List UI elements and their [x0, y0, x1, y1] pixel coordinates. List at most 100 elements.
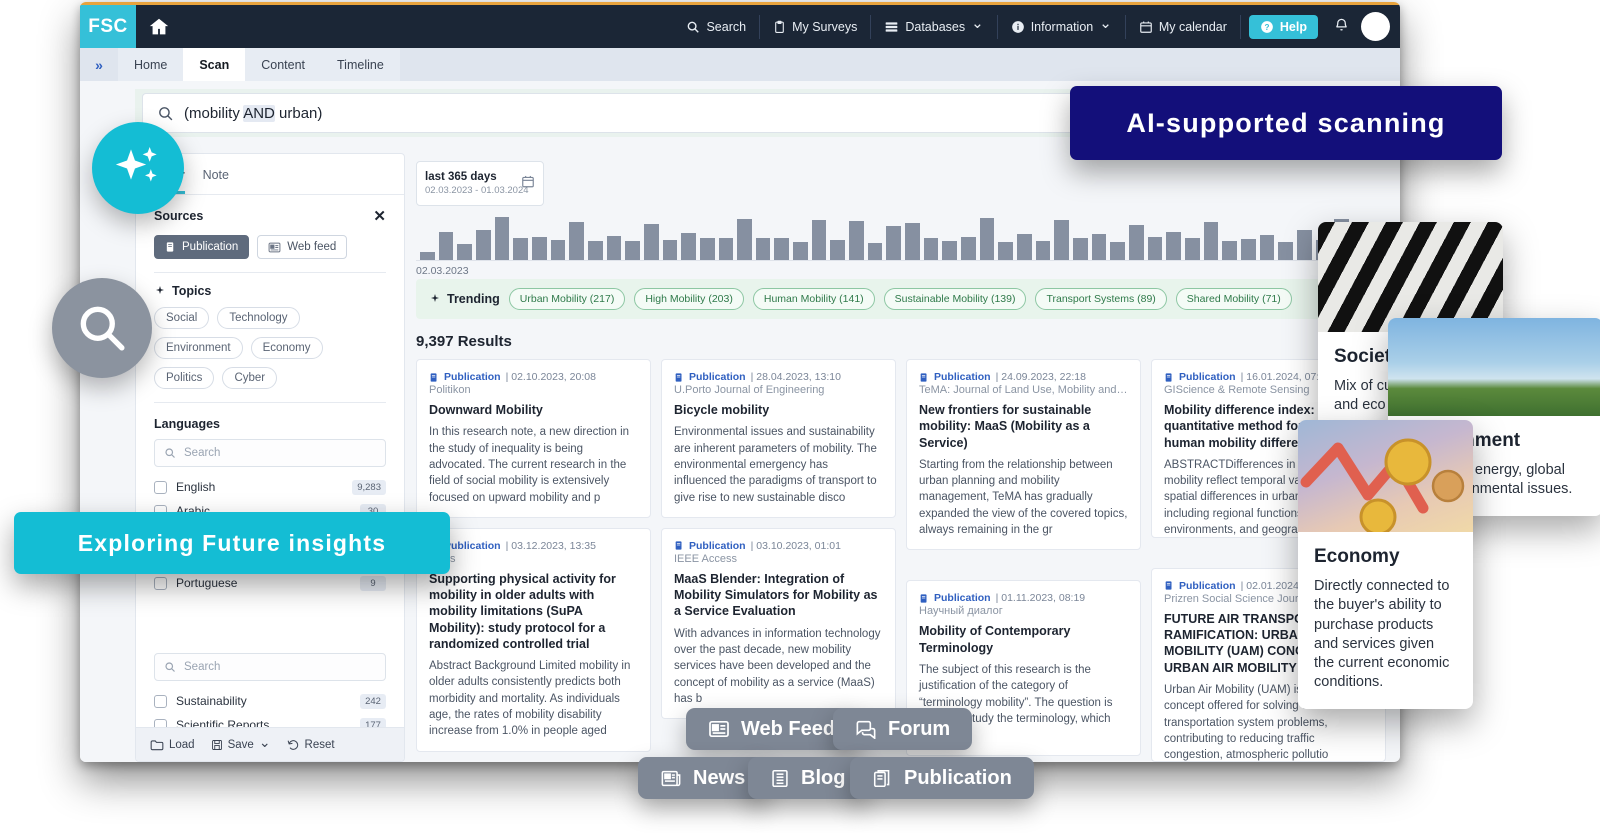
histogram-bar[interactable]	[1035, 241, 1051, 260]
histogram-bar[interactable]	[923, 237, 939, 260]
result-card-title[interactable]: Mobility of Contemporary Terminology	[919, 623, 1128, 656]
facet-sustainability[interactable]: Sustainability 242	[154, 689, 386, 713]
histogram-bar[interactable]	[1147, 236, 1163, 260]
histogram-bar[interactable]	[662, 240, 678, 260]
histogram-bar[interactable]	[998, 242, 1013, 260]
trending-chip-transport-systems[interactable]: Transport Systems (89)	[1035, 288, 1167, 310]
histogram-bar[interactable]	[1184, 238, 1200, 260]
tab-scan[interactable]: Scan	[183, 48, 246, 81]
nav-search[interactable]: Search	[673, 14, 761, 39]
result-card[interactable]: Publication | 02.10.2023, 20:08 Politiko…	[416, 359, 651, 518]
trending-chip-shared-mobility[interactable]: Shared Mobility (71)	[1175, 288, 1292, 310]
facet-plos-one[interactable]: PLoS ONE 145	[154, 761, 386, 762]
topic-chip-economy[interactable]: Economy	[250, 337, 323, 359]
topic-chip-environment[interactable]: Environment	[154, 337, 243, 359]
tab-timeline[interactable]: Timeline	[321, 48, 400, 81]
result-card-title[interactable]: New frontiers for sustainable mobility: …	[919, 402, 1128, 451]
reset-button[interactable]: Reset	[287, 739, 335, 751]
histogram-bar[interactable]	[1278, 242, 1293, 260]
histogram-bar[interactable]	[475, 230, 491, 260]
histogram-bar[interactable]	[1054, 220, 1069, 260]
histogram-bar[interactable]	[718, 238, 734, 260]
trending-chip-human-mobility[interactable]: Human Mobility (141)	[752, 288, 875, 310]
histogram-bar[interactable]	[1128, 224, 1144, 260]
chevron-double-right-icon[interactable]: »	[80, 48, 118, 81]
nav-information[interactable]: Information ⌄	[998, 14, 1126, 39]
histogram-bar[interactable]	[886, 225, 902, 260]
histogram-bar[interactable]	[811, 219, 827, 260]
checkbox[interactable]	[154, 694, 167, 708]
results-histogram[interactable]: 02.03.2023	[416, 215, 1387, 277]
topic-chip-cyber[interactable]: Cyber	[222, 367, 278, 389]
histogram-bar[interactable]	[905, 223, 920, 260]
nav-my-surveys[interactable]: My Surveys	[760, 14, 872, 39]
load-button[interactable]: Load	[150, 739, 195, 751]
tab-content[interactable]: Content	[245, 48, 322, 81]
histogram-bar[interactable]	[1072, 237, 1088, 260]
histogram-bar[interactable]	[699, 238, 715, 260]
histogram-bar[interactable]	[979, 217, 995, 260]
facet-portuguese[interactable]: Portuguese 9	[154, 571, 386, 595]
histogram-bar[interactable]	[420, 251, 435, 260]
journals-search-input[interactable]: Search	[154, 653, 386, 681]
histogram-bar[interactable]	[1166, 232, 1181, 260]
histogram-bar[interactable]	[737, 218, 752, 260]
bell-icon[interactable]	[1326, 17, 1357, 36]
histogram-bar[interactable]	[793, 242, 808, 260]
brand-logo[interactable]: FSC	[80, 5, 136, 48]
trending-chip-high-mobility[interactable]: High Mobility (203)	[634, 288, 744, 310]
result-card-title[interactable]: Downward Mobility	[429, 402, 638, 418]
histogram-bar[interactable]	[1222, 241, 1237, 260]
histogram-bar[interactable]	[849, 221, 864, 260]
histogram-bar[interactable]	[1091, 233, 1107, 260]
result-card[interactable]: Publication | 24.09.2023, 22:18 TeMA: Jo…	[906, 359, 1141, 551]
histogram-bar[interactable]	[550, 240, 566, 260]
result-card-title[interactable]: Supporting physical activity for mobilit…	[429, 571, 638, 652]
result-card[interactable]: Publication | 28.04.2023, 13:10 U.Porto …	[661, 359, 896, 518]
home-icon[interactable]	[136, 5, 182, 48]
checkbox[interactable]	[154, 480, 167, 494]
topic-chip-technology[interactable]: Technology	[217, 307, 300, 329]
close-icon[interactable]: ✕	[373, 207, 386, 225]
histogram-bar[interactable]	[1240, 239, 1256, 260]
tab-home[interactable]: Home	[118, 48, 184, 81]
result-card-title[interactable]: Bicycle mobility	[674, 402, 883, 418]
calendar-icon[interactable]	[521, 174, 535, 193]
histogram-bar[interactable]	[1203, 222, 1219, 260]
histogram-bar[interactable]	[587, 241, 603, 260]
histogram-bar[interactable]	[755, 238, 771, 260]
histogram-bar[interactable]	[643, 224, 659, 260]
result-card[interactable]: Publication | 03.12.2023, 13:35 Trials S…	[416, 527, 651, 752]
checkbox[interactable]	[154, 576, 167, 590]
histogram-bar[interactable]	[569, 222, 584, 260]
histogram-bar[interactable]	[625, 241, 640, 260]
histogram-bar[interactable]	[942, 241, 958, 260]
histogram-bar[interactable]	[1017, 233, 1032, 260]
topic-chip-politics[interactable]: Politics	[154, 367, 215, 389]
source-chip-web-feed[interactable]: Web feed	[257, 235, 348, 259]
facet-english[interactable]: English 9,283	[154, 475, 386, 499]
save-button[interactable]: Save ⌄	[211, 735, 271, 751]
histogram-bar[interactable]	[494, 216, 510, 260]
histogram-bar[interactable]	[1296, 230, 1312, 260]
histogram-bar[interactable]	[606, 235, 622, 260]
trending-chip-sustainable-mobility[interactable]: Sustainable Mobility (139)	[883, 288, 1027, 310]
trending-chip-urban-mobility[interactable]: Urban Mobility (217)	[508, 288, 626, 310]
histogram-bar[interactable]	[1110, 242, 1125, 260]
result-card-title[interactable]: MaaS Blender: Integration of Mobility Si…	[674, 571, 883, 620]
histogram-bar[interactable]	[867, 242, 883, 260]
languages-search-input[interactable]: Search	[154, 439, 386, 467]
tab-note[interactable]: Note	[203, 168, 229, 194]
result-card[interactable]: Publication | 03.10.2023, 01:01 IEEE Acc…	[661, 527, 896, 720]
nav-databases[interactable]: Databases ⌄	[871, 14, 998, 39]
histogram-bar[interactable]	[830, 240, 846, 260]
histogram-bar[interactable]	[1259, 234, 1275, 260]
histogram-bar[interactable]	[438, 232, 454, 260]
histogram-bar[interactable]	[774, 237, 790, 260]
help-button[interactable]: ? Help	[1248, 14, 1318, 39]
histogram-bar[interactable]	[961, 236, 976, 260]
histogram-bar[interactable]	[457, 243, 472, 260]
date-range-selector[interactable]: last 365 days 02.03.2023 - 01.03.2024	[416, 161, 544, 206]
source-chip-publication[interactable]: Publication	[154, 235, 250, 259]
histogram-bar[interactable]	[531, 236, 547, 260]
